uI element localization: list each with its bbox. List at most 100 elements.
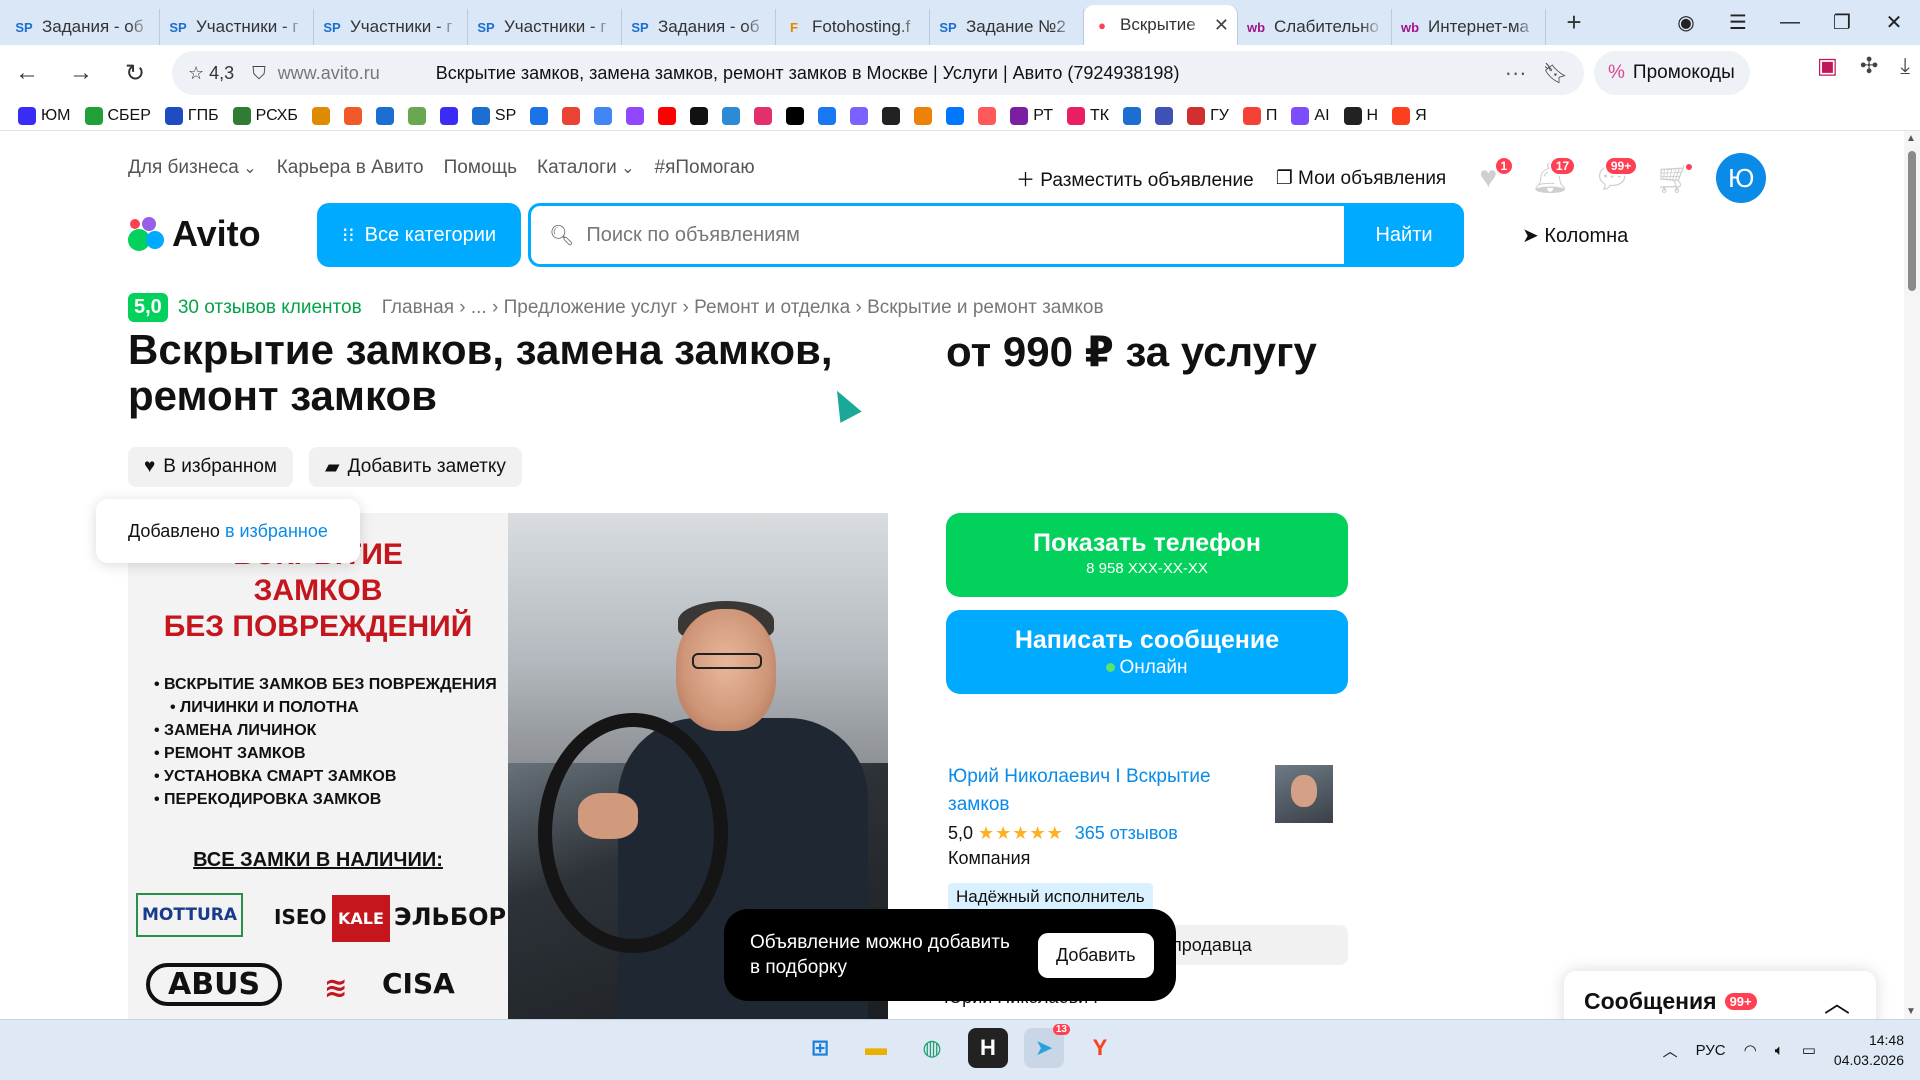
- bookmark-item[interactable]: Н: [1343, 106, 1378, 125]
- bookmark-item[interactable]: [562, 106, 581, 125]
- bookmark-item[interactable]: [658, 106, 677, 125]
- browser-tab[interactable]: ● Вскрытие ✕: [1084, 5, 1238, 45]
- back-button[interactable]: ←: [0, 59, 54, 87]
- shield-icon[interactable]: ⛉: [252, 63, 266, 84]
- nav-help[interactable]: Помощь: [444, 157, 517, 179]
- bookmark-item[interactable]: [375, 106, 394, 125]
- nav-for-business[interactable]: Для бизнеса: [128, 157, 257, 179]
- find-button[interactable]: Найти: [1344, 203, 1464, 267]
- breadcrumb[interactable]: Главная › ... › Предложение услуг › Ремо…: [382, 297, 1104, 319]
- edge-icon[interactable]: ◍: [912, 1028, 952, 1068]
- extensions-icon[interactable]: ✣: [1860, 53, 1878, 79]
- bookmark-item[interactable]: Я: [1392, 106, 1427, 125]
- bookmark-item[interactable]: [311, 106, 330, 125]
- tray-chevron-icon[interactable]: ︿: [1663, 1040, 1678, 1061]
- bookmark-item[interactable]: СБЕР: [84, 106, 151, 125]
- close-tab-icon[interactable]: ✕: [1214, 15, 1229, 36]
- bookmark-item[interactable]: [722, 106, 741, 125]
- gallery-icon[interactable]: ▣: [1817, 53, 1838, 79]
- reload-button[interactable]: ↻: [108, 59, 162, 88]
- profile-icon[interactable]: ◉: [1660, 10, 1712, 35]
- language-indicator[interactable]: РУС: [1696, 1042, 1726, 1059]
- browser-tab[interactable]: SP Задания - об: [6, 9, 160, 45]
- bookmark-item[interactable]: [1123, 106, 1142, 125]
- bookmark-icon[interactable]: 🔖︎: [1543, 61, 1568, 86]
- bookmark-item[interactable]: [594, 106, 613, 125]
- volume-icon[interactable]: 🔈︎: [1775, 1042, 1784, 1059]
- menu-icon[interactable]: ☰: [1712, 10, 1764, 35]
- scroll-up-icon[interactable]: ▲: [1906, 133, 1916, 144]
- browser-tab[interactable]: wb Слабительно: [1238, 9, 1392, 45]
- nav-career[interactable]: Карьера в Авито: [277, 157, 424, 179]
- minimize-button[interactable]: —: [1764, 11, 1816, 34]
- avatar[interactable]: Ю: [1716, 153, 1767, 203]
- browser-tab[interactable]: SP Задание №2: [930, 9, 1084, 45]
- bookmark-item[interactable]: [626, 106, 645, 125]
- seller-avatar[interactable]: [1275, 765, 1333, 823]
- nav-catalogs[interactable]: Каталоги: [537, 157, 635, 179]
- bookmark-item[interactable]: ГУ: [1187, 106, 1229, 125]
- bookmark-item[interactable]: [439, 106, 458, 125]
- bookmark-item[interactable]: SP: [471, 106, 516, 125]
- close-window-button[interactable]: ✕: [1868, 10, 1920, 35]
- reviews-link[interactable]: 30 отзывов клиентов: [178, 297, 362, 319]
- bookmark-item[interactable]: РТ: [1010, 106, 1053, 125]
- browser-tab[interactable]: SP Задания - об: [622, 9, 776, 45]
- page-scrollbar[interactable]: ▲ ▼: [1904, 131, 1920, 1019]
- bookmark-item[interactable]: AI: [1291, 106, 1330, 125]
- bookmark-item[interactable]: ГПБ: [164, 106, 219, 125]
- bookmark-item[interactable]: [914, 106, 933, 125]
- telegram-icon[interactable]: ➤ 13: [1024, 1024, 1070, 1068]
- bookmark-item[interactable]: [786, 106, 805, 125]
- notifications-button[interactable]: 🔔︎ 17: [1530, 156, 1577, 198]
- browser-tab[interactable]: SP Участники - г: [160, 9, 314, 45]
- new-tab-button[interactable]: +: [1556, 5, 1592, 41]
- restore-button[interactable]: ❐: [1816, 10, 1868, 35]
- bookmark-item[interactable]: [530, 106, 549, 125]
- scroll-down-icon[interactable]: ▼: [1906, 1006, 1916, 1017]
- scrollbar-thumb[interactable]: [1908, 151, 1916, 291]
- yandex-browser-icon[interactable]: Y: [1080, 1028, 1120, 1068]
- bookmark-item[interactable]: [690, 106, 709, 125]
- forward-button[interactable]: →: [54, 59, 108, 87]
- site-rating[interactable]: ☆ 4,3: [188, 63, 234, 84]
- bookmark-item[interactable]: [1155, 106, 1174, 125]
- avito-logo[interactable]: Avito: [128, 213, 261, 255]
- messages-button[interactable]: 💬︎ 99+: [1592, 156, 1639, 198]
- file-explorer-icon[interactable]: ▬: [856, 1028, 896, 1068]
- favorites-button[interactable]: ♥ 1: [1468, 156, 1515, 198]
- windows-start-icon[interactable]: ⊞: [800, 1028, 840, 1068]
- browser-tab[interactable]: SP Участники - г: [314, 9, 468, 45]
- all-categories-button[interactable]: ⁝⁝ Все категории: [317, 203, 521, 267]
- nav-i-help[interactable]: #яПомогаю: [655, 157, 755, 179]
- bookmark-item[interactable]: [850, 106, 869, 125]
- browser-tab[interactable]: SP Участники - г: [468, 9, 622, 45]
- bookmark-item[interactable]: [978, 106, 997, 125]
- promo-button[interactable]: % Промокоды: [1594, 51, 1750, 95]
- subscribe-seller-button[interactable]: продавца: [1150, 925, 1348, 965]
- bookmark-item[interactable]: [754, 106, 773, 125]
- url-field[interactable]: ☆ 4,3 ⛉ www.avito.ru Вскрытие замков, за…: [172, 51, 1584, 95]
- clock[interactable]: 14:48 04.03.2026: [1834, 1030, 1904, 1070]
- write-message-button[interactable]: Написать сообщение Онлайн: [946, 610, 1348, 694]
- more-icon[interactable]: ···: [1505, 60, 1527, 86]
- seller-name-link[interactable]: Юрий Николаевич I Вскрытие замков: [948, 763, 1248, 819]
- browser-tab[interactable]: wb Интернет-ма: [1392, 9, 1546, 45]
- messages-widget[interactable]: Сообщения 99+ ︿: [1564, 971, 1876, 1019]
- in-favorites-button[interactable]: ♥ В избранном: [128, 447, 293, 487]
- bookmark-item[interactable]: [882, 106, 901, 125]
- show-phone-button[interactable]: Показать телефон 8 958 XXX-XX-XX: [946, 513, 1348, 597]
- downloads-icon[interactable]: ⤓: [1900, 53, 1910, 79]
- search-input[interactable]: [586, 223, 1347, 247]
- app-h-icon[interactable]: H: [968, 1028, 1008, 1068]
- my-ads-link[interactable]: ❐ Мои объявления: [1276, 167, 1447, 190]
- cart-button[interactable]: 🛒︎: [1654, 158, 1695, 198]
- post-ad-link[interactable]: ＋ Разместить объявление: [1016, 165, 1254, 192]
- bookmark-item[interactable]: [407, 106, 426, 125]
- bookmark-item[interactable]: [818, 106, 837, 125]
- add-note-button[interactable]: ▰ Добавить заметку: [309, 447, 522, 487]
- bookmark-item[interactable]: [343, 106, 362, 125]
- chevron-up-icon[interactable]: ︿: [1824, 983, 1850, 1019]
- location-selector[interactable]: ➤ Колomна: [1522, 223, 1628, 248]
- browser-tab[interactable]: F Fotohosting.f: [776, 9, 930, 45]
